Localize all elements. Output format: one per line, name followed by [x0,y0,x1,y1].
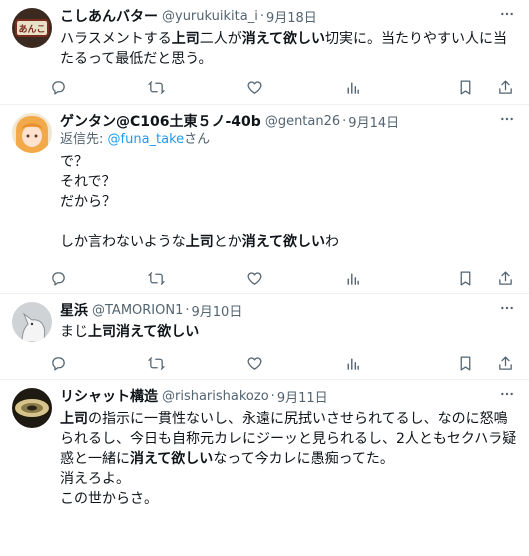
share-icon[interactable] [495,268,515,288]
retweet-icon[interactable] [146,268,166,288]
tweet-date[interactable]: 9月14日 [348,112,399,131]
separator-dot: · [270,388,275,404]
avatar[interactable] [12,113,52,153]
more-icon[interactable] [497,298,517,318]
author-handle[interactable]: @yurukuikita_i [162,9,258,24]
avatar-image: あんこ [12,8,52,48]
avatar[interactable] [12,302,52,342]
more-icon[interactable] [497,384,517,404]
tweet-date[interactable]: 9月11日 [277,387,328,406]
avatar-image [12,388,52,428]
avatar-image [12,302,52,342]
more-icon[interactable] [497,4,517,24]
like-icon[interactable] [244,353,264,373]
tweet-text: ハラスメントする上司二人が消えて欲しい切実に。当たりやすい人に当たるって最低だと… [60,31,508,67]
reply-icon[interactable] [48,353,68,373]
share-icon[interactable] [495,353,515,373]
bookmark-icon[interactable] [455,268,475,288]
tweet-date[interactable]: 9月10日 [192,301,243,320]
retweet-icon[interactable] [146,353,166,373]
avatar-image [12,113,52,153]
more-icon[interactable] [497,109,517,129]
tweet-3[interactable]: 星浜 @TAMORION1 · 9月10日 まじ上司消えて欲しい [0,294,529,380]
retweet-icon[interactable] [146,77,166,97]
like-icon[interactable] [244,268,264,288]
reply-context: 返信先: @funa_takeさん [60,132,211,147]
avatar[interactable]: あんこ [12,8,52,48]
like-icon[interactable] [244,77,264,97]
separator-dot: · [259,8,264,24]
author-name[interactable]: リシャット構造 [60,386,158,406]
tweet-1[interactable]: あんこ こしあんバター @yurukuikita_i · 9月18日 ハラスメン… [0,0,529,105]
views-icon[interactable] [342,268,362,288]
author-name[interactable]: 星浜 [60,300,88,320]
reply-mention-link[interactable]: @funa_take [108,132,185,147]
bookmark-icon[interactable] [455,77,475,97]
tweet-text: で？ それで？ だから？ しか言わないような上司とか消えて欲しいわ [60,154,340,250]
share-icon[interactable] [495,77,515,97]
views-icon[interactable] [342,353,362,373]
avatar-logo-text: あんこ [18,24,45,35]
avatar[interactable] [12,388,52,428]
tweet-text: まじ上司消えて欲しい [60,324,200,340]
views-icon[interactable] [342,77,362,97]
tweet-2[interactable]: ゲンタン@C106土東５ノ-40b @gentan26 · 9月14日 返信先:… [0,105,529,294]
separator-dot: · [342,113,347,129]
tweet-date[interactable]: 9月18日 [266,7,317,26]
separator-dot: · [185,302,190,318]
author-name[interactable]: こしあんバター [60,6,158,26]
tweet-4[interactable]: リシャット構造 @risharishakozo · 9月11日 上司の指示に一貫… [0,380,529,556]
author-handle[interactable]: @gentan26 [265,114,340,129]
author-handle[interactable]: @TAMORION1 [92,303,183,318]
author-handle[interactable]: @risharishakozo [162,389,269,404]
author-name[interactable]: ゲンタン@C106土東５ノ-40b [60,111,261,131]
reply-icon[interactable] [48,77,68,97]
bookmark-icon[interactable] [455,353,475,373]
reply-icon[interactable] [48,268,68,288]
tweet-text: 上司の指示に一貫性ないし、永遠に尻拭いさせられてるし、なのに怒鳴られるし、今日も… [60,411,517,507]
